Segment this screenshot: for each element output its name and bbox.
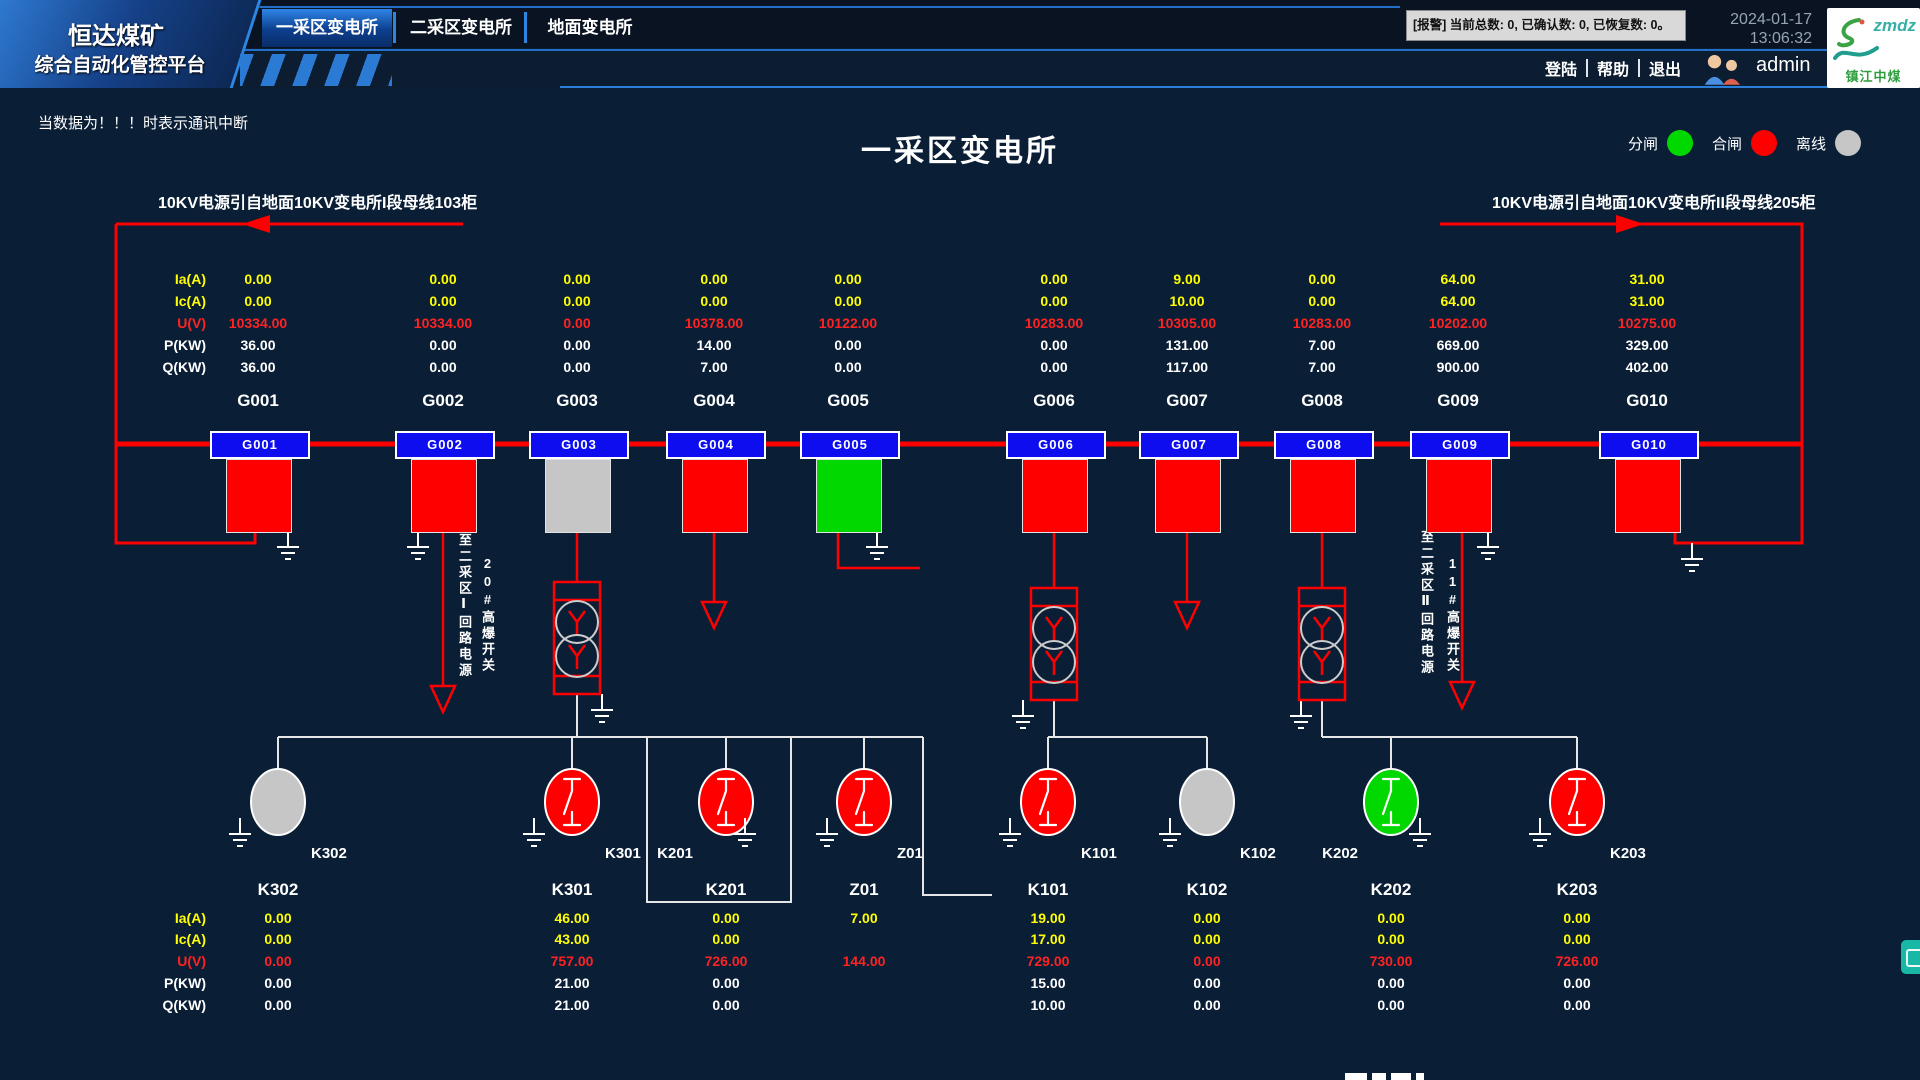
ground-icon (1529, 818, 1551, 846)
breaker-box-G005[interactable]: G005 (800, 431, 900, 459)
ground-icon (1159, 818, 1181, 846)
help-link[interactable]: 帮助 (1597, 56, 1629, 80)
current-user[interactable]: admin (1756, 54, 1826, 77)
scada-screen: Ia(A)Ic(A)U(V)P(KW)Q(KW)Ia(A)Ic(A)U(V)P(… (0, 0, 1920, 1080)
breaker-box-G009[interactable]: G009 (1410, 431, 1510, 459)
tab-separator (393, 12, 396, 43)
breaker-box-G008[interactable]: G008 (1274, 431, 1374, 459)
logo-company-name: 镇江中煤 (1827, 66, 1920, 85)
ground-icon (999, 818, 1021, 846)
wye-glyph (1046, 651, 1062, 675)
time-text: 13:06:32 (1688, 29, 1812, 48)
tab-separator (524, 12, 527, 43)
feeder-switch-K302[interactable] (251, 769, 305, 835)
ground-icon (1012, 700, 1034, 728)
breaker-block-G005[interactable] (816, 459, 882, 533)
wye-glyph (1314, 617, 1330, 641)
left-feed-arrowhead (242, 215, 270, 233)
brand-line2: 综合自动化管控平台 (0, 50, 240, 77)
ground-icon (229, 818, 251, 846)
arrow-g009 (1450, 682, 1474, 708)
logout-link[interactable]: 退出 (1649, 56, 1681, 80)
tab-substation-area2[interactable]: 二采区变电所 (398, 9, 524, 47)
left-distribution-cables (278, 694, 923, 770)
ground-icon (277, 531, 299, 559)
breaker-box-G001[interactable]: G001 (210, 431, 310, 459)
breaker-block-G001[interactable] (226, 459, 292, 533)
ground-icon (407, 531, 429, 559)
breaker-block-G010[interactable] (1615, 459, 1681, 533)
ground-icon (866, 531, 888, 559)
datetime: 2024-01-17 13:06:32 (1688, 10, 1812, 48)
header-bottom-line (560, 86, 1920, 88)
red-bus-lines (116, 224, 1802, 712)
breaker-block-G008[interactable] (1290, 459, 1356, 533)
alarm-status-bar[interactable]: [报警] 当前总数: 0, 已确认数: 0, 已恢复数: 0。 (1406, 10, 1686, 41)
breaker-block-G006[interactable] (1022, 459, 1088, 533)
tab-substation-area1[interactable]: 一采区变电所 (262, 9, 392, 47)
arrow-g002 (431, 686, 455, 712)
login-link[interactable]: 登陆 (1545, 56, 1577, 80)
breaker-box-G006[interactable]: G006 (1006, 431, 1106, 459)
wye-glyph (1314, 651, 1330, 675)
lower-loop-cables (647, 737, 992, 902)
hazard-stripes-decoration (240, 54, 392, 86)
breaker-block-G002[interactable] (411, 459, 477, 533)
date-text: 2024-01-17 (1688, 10, 1812, 29)
single-line-diagram (0, 0, 1920, 1080)
ground-icon (1290, 700, 1312, 728)
breaker-box-G002[interactable]: G002 (395, 431, 495, 459)
tabbar-top-line (250, 6, 1400, 8)
ground-icon (816, 818, 838, 846)
wye-glyph (569, 645, 585, 669)
breaker-box-G003[interactable]: G003 (529, 431, 629, 459)
wye-glyph (569, 611, 585, 635)
arrow-g004 (702, 602, 726, 628)
feeder-switch-K102[interactable] (1180, 769, 1234, 835)
brand-panel: 恒达煤矿 综合自动化管控平台 (0, 0, 262, 88)
tab-substation-surface[interactable]: 地面变电所 (528, 9, 652, 47)
link-separator (1638, 59, 1640, 77)
ground-icon (591, 694, 613, 722)
breaker-block-G009[interactable] (1426, 459, 1492, 533)
header: 恒达煤矿 综合自动化管控平台 一采区变电所 二采区变电所 地面变电所 [报警] … (0, 0, 1920, 88)
right-feed-arrowhead (1616, 215, 1644, 233)
arrow-g007 (1175, 602, 1199, 628)
company-logo: zmdz 镇江中煤 (1827, 8, 1920, 88)
ground-icon (1681, 543, 1703, 571)
breaker-block-G003[interactable] (545, 459, 611, 533)
tool-icon (1906, 949, 1920, 967)
logo-abbr: zmdz (1874, 16, 1917, 36)
mid-distribution-cables (1048, 700, 1207, 770)
session-links: 登陆 帮助 退出 (1545, 56, 1681, 80)
link-separator (1586, 59, 1588, 77)
users-icon (1700, 52, 1746, 86)
breaker-box-G010[interactable]: G010 (1599, 431, 1699, 459)
brand-line1: 恒达煤矿 (0, 16, 232, 51)
breaker-box-G007[interactable]: G007 (1139, 431, 1239, 459)
right-distribution-cables (1322, 700, 1577, 770)
wye-glyph (1046, 617, 1062, 641)
breaker-box-G004[interactable]: G004 (666, 431, 766, 459)
breaker-block-G007[interactable] (1155, 459, 1221, 533)
ground-icon (1477, 531, 1499, 559)
floating-tool-widget[interactable] (1901, 940, 1920, 974)
header-mid-line (230, 49, 1920, 51)
breaker-block-G004[interactable] (682, 459, 748, 533)
ground-icon (523, 818, 545, 846)
